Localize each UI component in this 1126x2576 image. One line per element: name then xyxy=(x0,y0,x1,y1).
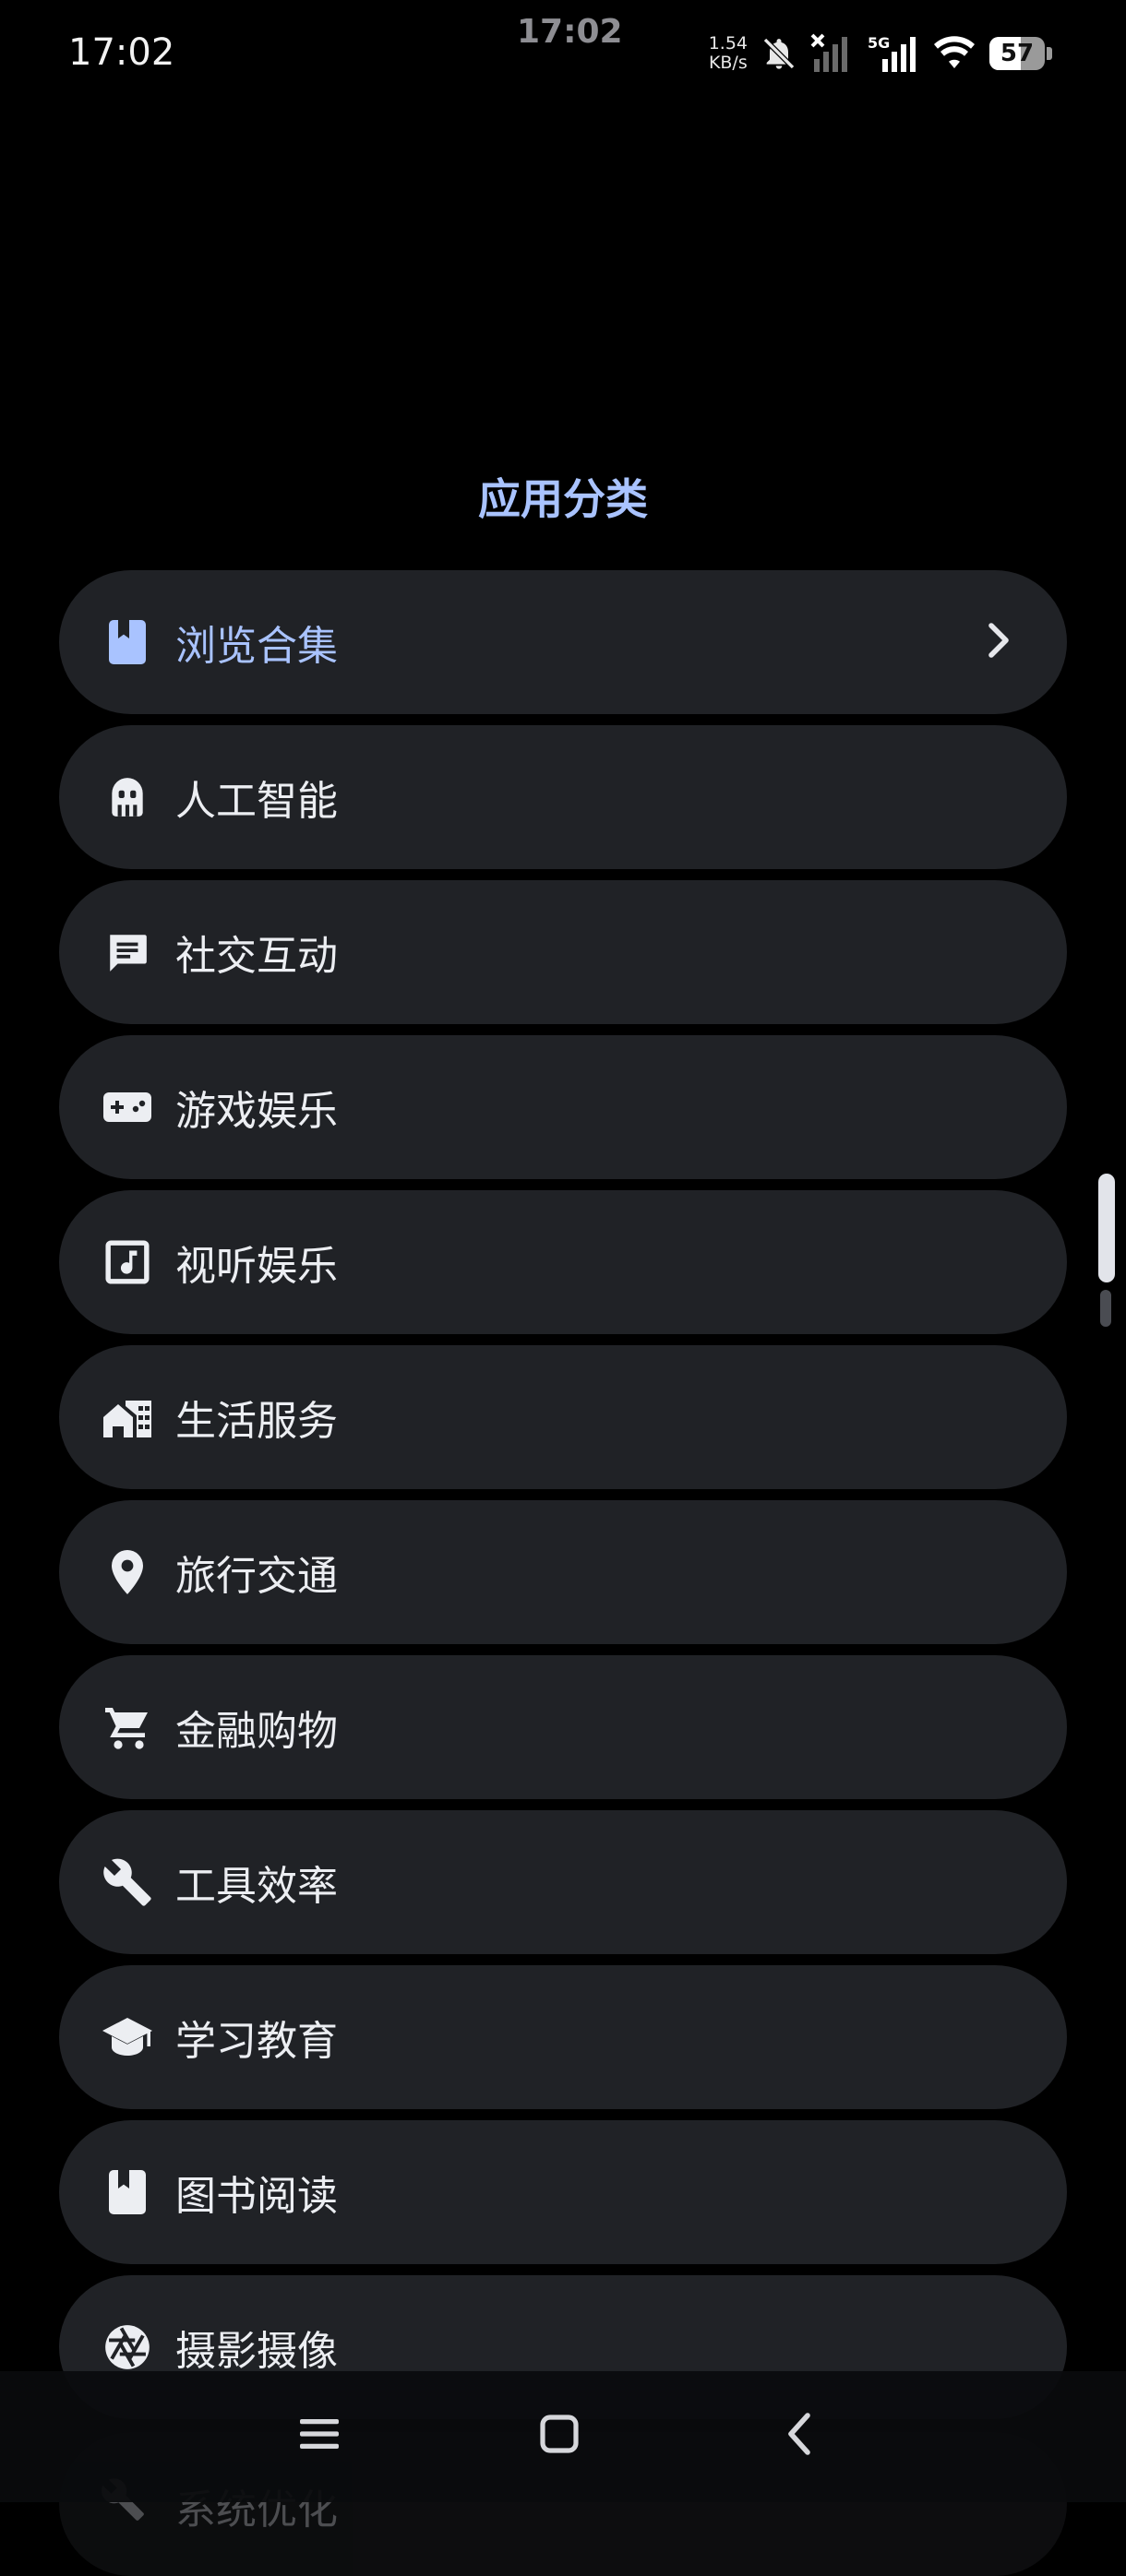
category-item-education[interactable]: 学习教育 xyxy=(59,1965,1067,2109)
music-note-icon xyxy=(100,1234,155,1290)
category-item-ai[interactable]: 人工智能 xyxy=(59,725,1067,869)
network-speed: 1.54 KB/s xyxy=(709,34,748,73)
chevron-right-icon xyxy=(986,622,1012,662)
shopping-cart-icon xyxy=(100,1699,155,1755)
category-item-browse-collection[interactable]: 浏览合集 xyxy=(59,570,1067,714)
fast-scroll-track xyxy=(1100,1290,1111,1327)
category-item-audio-video[interactable]: 视听娱乐 xyxy=(59,1190,1067,1334)
category-item-games[interactable]: 游戏娱乐 xyxy=(59,1035,1067,1179)
category-label: 金融购物 xyxy=(175,1708,338,1755)
category-label: 摄影摄像 xyxy=(175,2328,338,2375)
category-list: 浏览合集 人工智能 社交互动 游戏娱乐 视听娱乐 生活服务 旅行交通 金融购物 … xyxy=(59,570,1067,2430)
signal-5g-icon: 5G xyxy=(868,33,919,74)
category-label: 人工智能 xyxy=(175,778,338,825)
category-item-tools[interactable]: 工具效率 xyxy=(59,1810,1067,1954)
book-icon xyxy=(100,2165,155,2220)
home-square-icon xyxy=(539,2414,580,2458)
graduation-cap-icon xyxy=(100,2010,155,2065)
svg-text:5G: 5G xyxy=(868,34,890,52)
status-bar: 17:02 17:02 1.54 KB/s 5G 57 xyxy=(0,0,1126,111)
battery-level: 57 xyxy=(1000,40,1035,67)
category-label: 图书阅读 xyxy=(175,2173,338,2220)
location-pin-icon xyxy=(100,1544,155,1600)
chat-bubble-icon xyxy=(100,924,155,980)
network-speed-unit: KB/s xyxy=(708,53,748,73)
status-time: 17:02 xyxy=(68,31,175,74)
menu-icon xyxy=(298,2415,341,2456)
category-item-finance-shopping[interactable]: 金融购物 xyxy=(59,1655,1067,1799)
category-item-social[interactable]: 社交互动 xyxy=(59,880,1067,1024)
robot-icon xyxy=(100,769,155,825)
category-label: 视听娱乐 xyxy=(175,1243,338,1290)
network-speed-value: 1.54 xyxy=(708,33,748,54)
battery-indicator: 57 xyxy=(989,37,1052,70)
wrench-icon xyxy=(100,1854,155,1910)
fast-scroll-handle[interactable] xyxy=(1098,1174,1115,1282)
home-button[interactable] xyxy=(522,2399,596,2473)
status-time-center: 17:02 xyxy=(517,13,623,51)
status-icons: 1.54 KB/s 5G 57 xyxy=(709,31,1052,76)
bookmark-book-icon xyxy=(100,614,155,670)
category-item-books[interactable]: 图书阅读 xyxy=(59,2120,1067,2264)
category-label: 社交互动 xyxy=(175,933,338,980)
category-item-travel[interactable]: 旅行交通 xyxy=(59,1500,1067,1644)
page-title: 应用分类 xyxy=(478,474,648,524)
back-chevron-icon xyxy=(785,2412,813,2460)
category-label: 学习教育 xyxy=(175,2018,338,2065)
category-label: 生活服务 xyxy=(175,1398,338,1445)
home-work-icon xyxy=(100,1389,155,1445)
gamepad-icon xyxy=(100,1079,155,1135)
camera-aperture-icon xyxy=(100,2320,155,2375)
wifi-icon xyxy=(932,35,976,72)
category-label: 浏览合集 xyxy=(175,623,338,670)
category-item-life-services[interactable]: 生活服务 xyxy=(59,1345,1067,1489)
category-label: 游戏娱乐 xyxy=(175,1088,338,1135)
back-button[interactable] xyxy=(762,2399,836,2473)
category-label: 旅行交通 xyxy=(175,1553,338,1600)
signal-no-service-icon xyxy=(810,33,855,74)
system-navigation-bar xyxy=(0,2371,1126,2502)
menu-button[interactable] xyxy=(282,2399,356,2473)
category-label: 工具效率 xyxy=(175,1863,338,1910)
bell-muted-icon xyxy=(761,35,797,72)
